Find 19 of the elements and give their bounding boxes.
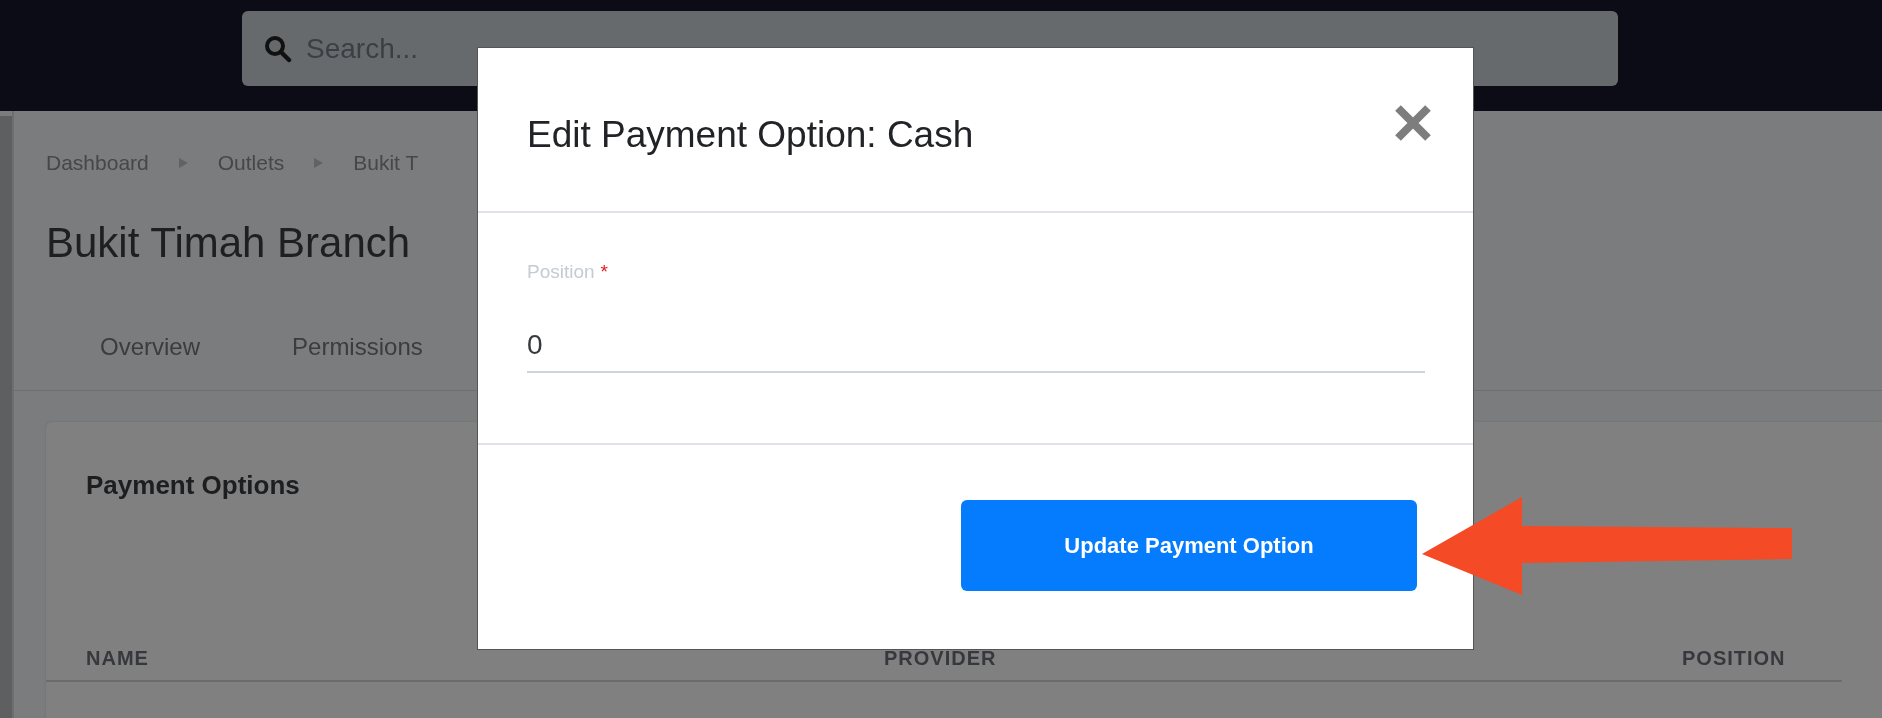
tab[interactable]: Overview (100, 328, 201, 368)
update-button[interactable]: Update Payment Option (961, 500, 1417, 591)
tab[interactable]: Permissions (292, 328, 423, 368)
breadcrumb-separator-icon (314, 158, 324, 168)
column-header: NAME (86, 647, 149, 669)
search-icon (264, 34, 292, 63)
breadcrumb-link[interactable]: Outlets (217, 151, 285, 175)
position-input[interactable]: 0 (527, 329, 1425, 373)
breadcrumb-separator-icon (178, 158, 188, 168)
close-button[interactable] (1393, 103, 1433, 143)
column-header: POSITION (1682, 647, 1786, 669)
dialog-title: Edit Payment Option: Cash (527, 114, 974, 156)
column-header: PROVIDER (884, 647, 997, 669)
field-label: Position (527, 261, 595, 283)
breadcrumb-link[interactable]: Dashboard (46, 151, 149, 175)
card-title: Payment Options (86, 470, 301, 501)
required-mark: * (600, 261, 608, 283)
scrollbar[interactable] (0, 116, 12, 718)
page-title: Bukit Timah Branch (46, 219, 412, 267)
